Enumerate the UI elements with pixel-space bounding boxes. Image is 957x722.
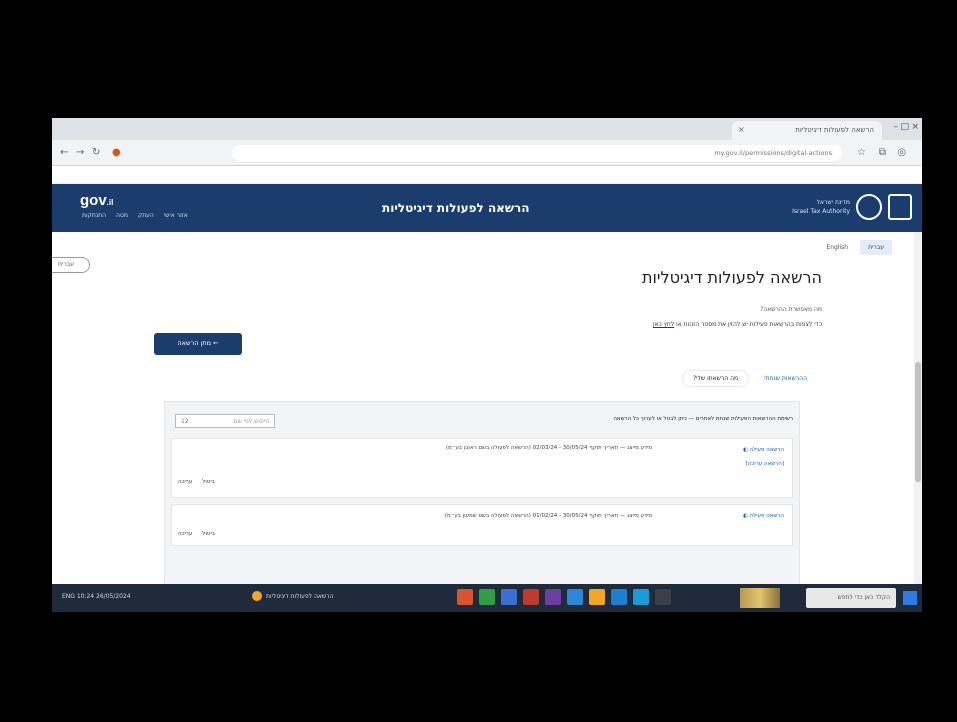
widget-thumbnail[interactable] [740,588,780,608]
teams-icon[interactable] [545,589,561,605]
header-title: הרשאה לפעולות דיגיטליות [382,201,530,215]
search-input[interactable]: חיפוש לפי שם 12 [175,414,275,428]
powerpoint-icon[interactable] [457,589,473,605]
browser-tab[interactable]: הרשאה לפעולות דיגיטליות × [732,121,882,140]
browser-tab-bar: הרשאה לפעולות דיגיטליות × – □ × [52,118,922,140]
card-actions: ביטול עריכה [178,531,215,537]
home-icon[interactable]: ● [112,147,121,158]
tab-permissions-given[interactable]: ההרשאות שנתתי [754,371,817,386]
permission-details: מידע מייצג — תאריך תוקף 30/05/24 - 01/02… [444,513,652,519]
tab-my-permissions[interactable]: מה הרשאתו שלי? [682,371,749,386]
lang-english[interactable]: English [822,240,852,255]
gov-logo[interactable]: gov.il [80,192,113,209]
explorer-icon[interactable] [611,589,627,605]
bookmarks-bar [52,166,922,184]
permission-card: הרשאה פעילה ◐ מידע מייצג — תאריך תוקף 30… [171,504,793,546]
status-badge: הרשאה פעילה ◐ [743,513,784,519]
profile-icon[interactable]: ◎ [897,147,906,158]
close-icon[interactable]: × [738,125,745,134]
outlook-icon[interactable] [567,589,583,605]
maximize-icon[interactable]: □ [900,122,909,132]
chrome-app-icon[interactable] [589,589,605,605]
edit-button[interactable]: עריכה [178,479,192,485]
info-text: כדי לצפות בהרשאות פעילות יש להזין את מספ… [652,321,822,328]
minimize-icon[interactable]: – [894,122,899,132]
header-link-2[interactable]: מטה [116,212,128,219]
authority-logo-icon [856,194,882,220]
status-badge: הרשאה פעילה ◐ [743,447,784,453]
address-bar-row: ← → ↻ ● my.gov.il/permissions/digital-ac… [52,140,922,166]
info-label: מה מאפשרת ההרשאה? [760,306,822,313]
info-link[interactable]: לחץ כאן [653,321,674,328]
back-icon[interactable]: ← [60,147,68,158]
language-bar: English עברית [822,240,892,255]
panel-heading: רשימת ההרשאות הפעילות שנתת לאחרים — ניתן… [613,416,793,422]
page-title: הרשאה לפעולות דיגיטליות [642,268,822,287]
page-scrollbar[interactable] [914,232,922,612]
tab-title: הרשאה לפעולות דיגיטליות [795,126,874,134]
header-subtitle: מדינת ישראל Israel Tax Authority [792,199,850,215]
taskbar-chrome-item[interactable]: הרשאה לפעולות דיגיטליות [252,591,334,601]
extensions-icon[interactable]: ⧉ [879,147,886,158]
taskbar-search[interactable]: הקלד כאן כדי לחפש [806,588,896,608]
edge-icon[interactable] [633,589,649,605]
cancel-button[interactable]: ביטול [202,531,215,537]
scroll-thumb[interactable] [915,362,921,482]
windows-start-icon[interactable] [903,591,917,605]
video-frame: הרשאה לפעולות דיגיטליות × – □ × ← → ↻ ● … [0,0,957,722]
grant-permission-button[interactable]: ← מתן הרשאה [154,333,242,355]
edit-button[interactable]: עריכה [178,531,192,537]
taskbar-apps [457,589,671,605]
close-window-icon[interactable]: × [911,122,919,132]
header-link-3[interactable]: העתק [138,212,154,219]
edited-permission-link[interactable]: [הרשאה ערוכה] [746,461,784,467]
chrome-icon [252,591,262,601]
gov-header: gov.il התנתקות מטה העתק אזור אישי הרשאה … [52,184,922,232]
bookmark-star-icon[interactable]: ☆ [857,147,866,158]
system-tray: ENG 10:24 26/05/2024 [62,593,131,600]
permission-details: מידע מייצג — תאריך תוקף 30/05/24 - 02/03… [445,445,652,451]
lang-hebrew[interactable]: עברית [860,240,892,255]
header-links: התנתקות מטה העתק אזור אישי [82,212,188,219]
search-count: 12 [181,418,189,425]
permission-card: הרשאה פעילה ◐ [הרשאה ערוכה] מידע מייצג —… [171,438,793,498]
acrobat-icon[interactable] [523,589,539,605]
accessibility-pill[interactable]: עברית [52,257,90,273]
excel-icon[interactable] [479,589,495,605]
personal-area-link[interactable]: אזור אישי [164,212,188,219]
state-emblem-icon [888,194,912,220]
refresh-icon[interactable]: ↻ [92,147,100,158]
card-actions: ביטול עריכה [178,479,215,485]
word-icon[interactable] [501,589,517,605]
forward-icon[interactable]: → [76,147,84,158]
permissions-panel: רשימת ההרשאות הפעילות שנתת לאחרים — ניתן… [164,401,800,612]
taskbar: ENG 10:24 26/05/2024 הרשאה לפעולות דיגיט… [52,584,922,612]
permission-tabs: ההרשאות שנתתי מה הרשאתו שלי? [682,371,817,386]
url-input[interactable]: my.gov.il/permissions/digital-actions [232,145,842,161]
cancel-button[interactable]: ביטול [202,479,215,485]
logout-link[interactable]: התנתקות [82,212,106,219]
screen: הרשאה לפעולות דיגיטליות × – □ × ← → ↻ ● … [52,118,922,612]
store-icon[interactable] [655,589,671,605]
